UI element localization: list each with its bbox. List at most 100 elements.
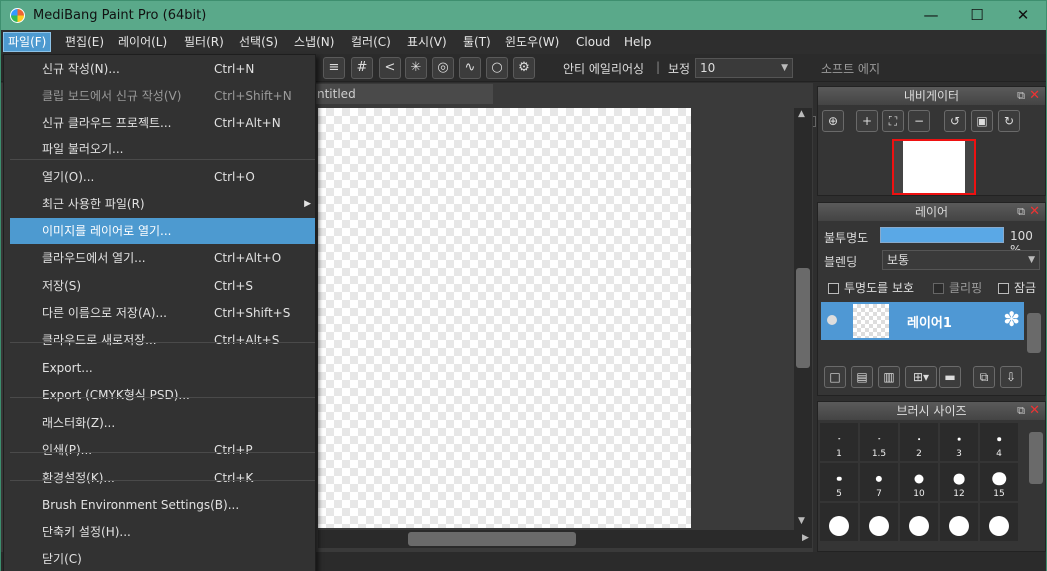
reset-view-icon[interactable]: ▣	[971, 110, 993, 132]
new-8bit-layer-icon[interactable]: ▥	[878, 366, 900, 388]
menu-help[interactable]: Help	[620, 33, 655, 51]
file-menu-item[interactable]: 클라우드에서 열기... Ctrl+Alt+O	[10, 245, 315, 271]
radial-snap-icon[interactable]: ✳	[405, 57, 427, 79]
brush-size-preset[interactable]: 15	[980, 463, 1018, 501]
menu-window[interactable]: 윈도우(W)	[501, 33, 563, 51]
popout-icon[interactable]: ⧉	[1017, 402, 1025, 420]
drawing-canvas[interactable]	[318, 108, 691, 528]
file-menu-item[interactable]: Export (CMYK형식 PSD)...	[10, 382, 315, 408]
vertical-scroll-thumb[interactable]	[796, 268, 810, 368]
zoom-in-icon[interactable]: ⊕	[822, 110, 844, 132]
rotate-left-icon[interactable]: ↺	[944, 110, 966, 132]
file-menu-item[interactable]: 단축키 설정(H)...	[10, 519, 315, 545]
brush-size-preset[interactable]: 2	[900, 423, 938, 461]
visibility-eye-icon[interactable]	[827, 315, 837, 325]
layer-row[interactable]: 레이어1 ✽	[821, 302, 1024, 340]
clipping-label: 클리핑	[949, 281, 983, 295]
minimize-button[interactable]: —	[908, 1, 954, 30]
menu-select[interactable]: 선택(S)	[235, 33, 282, 51]
brush-size-preset[interactable]	[900, 503, 938, 541]
horizontal-scroll-thumb[interactable]	[408, 532, 576, 546]
file-menu-item[interactable]: Brush Environment Settings(B)...	[10, 492, 315, 518]
rotate-right-icon[interactable]: ↻	[998, 110, 1020, 132]
close-panel-icon[interactable]: ✕	[1029, 402, 1040, 420]
duplicate-layer-icon[interactable]: ⧉	[973, 366, 995, 388]
file-menu-item[interactable]: 최근 사용한 파일(R) ▶	[10, 191, 315, 217]
parallel-lines-snap-icon[interactable]: ≡	[323, 57, 345, 79]
layer-settings-gear-icon[interactable]: ✽	[1003, 307, 1020, 331]
new-halftone-layer-icon[interactable]: ▤	[851, 366, 873, 388]
menu-layer[interactable]: 레이어(L)	[114, 33, 171, 51]
file-menu-item[interactable]: 저장(S) Ctrl+S	[10, 273, 315, 299]
menu-snap[interactable]: 스냅(N)	[290, 33, 338, 51]
document-tab[interactable]: ntitled	[315, 84, 493, 104]
brush-size-preset[interactable]: 7	[860, 463, 898, 501]
brush-size-preset[interactable]: 4	[980, 423, 1018, 461]
close-button[interactable]: ✕	[1000, 1, 1046, 30]
merge-layer-icon[interactable]: ⇩	[1000, 366, 1022, 388]
correction-select[interactable]: 10 ▼	[695, 58, 793, 78]
file-menu-item[interactable]: 인쇄(P)... Ctrl+P	[10, 437, 315, 463]
file-menu-item[interactable]: 다른 이름으로 저장(A)... Ctrl+Shift+S	[10, 300, 315, 326]
ellipse-snap-icon[interactable]: ○	[486, 57, 508, 79]
file-menu-item[interactable]: Export...	[10, 355, 315, 381]
popout-icon[interactable]: ⧉	[1017, 87, 1025, 105]
concentric-snap-icon[interactable]: ◎	[432, 57, 454, 79]
close-panel-icon[interactable]: ✕	[1029, 203, 1040, 221]
vertical-scrollbar[interactable]: ▲ ▼	[794, 108, 812, 530]
file-menu-item[interactable]: 환경설정(K)... Ctrl+K	[10, 465, 315, 491]
new-folder-icon[interactable]: ▬	[939, 366, 961, 388]
file-menu-item[interactable]: 닫기(C)	[10, 546, 315, 571]
protect-alpha-checkbox[interactable]	[828, 283, 839, 294]
grid-snap-icon[interactable]: #	[351, 57, 373, 79]
add-layer-menu-icon[interactable]: ⊞▾	[905, 366, 937, 388]
vanishing-point-snap-icon[interactable]: <	[379, 57, 401, 79]
menu-color[interactable]: 컬러(C)	[347, 33, 395, 51]
file-menu-item[interactable]: 래스터화(Z)...	[10, 410, 315, 436]
fit-window-icon[interactable]: ⛶	[882, 110, 904, 132]
menu-tool[interactable]: 툴(T)	[459, 33, 495, 51]
brush-size-preset[interactable]	[980, 503, 1018, 541]
zoom-out-icon[interactable]: −	[908, 110, 930, 132]
menu-view[interactable]: 표시(V)	[403, 33, 451, 51]
popout-icon[interactable]: ⧉	[1017, 203, 1025, 221]
menu-file[interactable]: 파일(F)	[2, 32, 52, 52]
app-window: MediBang Paint Pro (64bit) — ☐ ✕ 파일(F) 편…	[0, 0, 1047, 571]
menu-edit[interactable]: 편집(E)	[61, 33, 108, 51]
brush-size-preset[interactable]: 12	[940, 463, 978, 501]
file-menu-item[interactable]: 신규 클라우드 프로젝트... Ctrl+Alt+N	[10, 110, 315, 136]
layer-list-scroll-thumb[interactable]	[1027, 313, 1041, 353]
brush-size-preset[interactable]: 10	[900, 463, 938, 501]
scroll-up-icon[interactable]: ▲	[798, 109, 805, 119]
close-panel-icon[interactable]: ✕	[1029, 87, 1040, 105]
file-menu-item[interactable]: 이미지를 레이어로 열기...	[10, 218, 315, 244]
brush-size-preset[interactable]	[820, 503, 858, 541]
brush-size-scroll-thumb[interactable]	[1029, 432, 1043, 484]
maximize-button[interactable]: ☐	[954, 1, 1000, 30]
scroll-right-icon[interactable]: ▶	[802, 533, 809, 543]
menu-cloud[interactable]: Cloud	[572, 33, 614, 51]
brush-size-label: 2	[916, 449, 922, 459]
scroll-down-icon[interactable]: ▼	[798, 516, 805, 526]
brush-size-preset[interactable]: 3	[940, 423, 978, 461]
lock-checkbox[interactable]	[998, 283, 1009, 294]
horizontal-scrollbar[interactable]: ▶	[318, 530, 812, 548]
file-menu-item[interactable]: 신규 작성(N)... Ctrl+N	[10, 56, 315, 82]
brush-size-preset[interactable]: 5	[820, 463, 858, 501]
clipping-checkbox[interactable]	[933, 283, 944, 294]
zoom-in-magnifier-icon[interactable]: +	[856, 110, 878, 132]
file-menu-item[interactable]: 열기(O)... Ctrl+O	[10, 164, 315, 190]
file-menu-item[interactable]: 클라우드로 새로저장... Ctrl+Alt+S	[10, 327, 315, 353]
menu-filter[interactable]: 필터(R)	[180, 33, 228, 51]
file-menu-item[interactable]: 클립 보드에서 신규 작성(V) Ctrl+Shift+N	[10, 83, 315, 109]
blend-mode-select[interactable]: 보통 ▼	[882, 250, 1040, 270]
brush-size-preset[interactable]	[940, 503, 978, 541]
opacity-slider[interactable]	[880, 227, 1004, 243]
brush-size-preset[interactable]	[860, 503, 898, 541]
snap-settings-gear-icon[interactable]: ⚙	[513, 57, 535, 79]
new-layer-icon[interactable]: □	[824, 366, 846, 388]
brush-size-preset[interactable]: 1.5	[860, 423, 898, 461]
curve-snap-icon[interactable]: ∿	[459, 57, 481, 79]
navigator-preview[interactable]	[892, 139, 976, 195]
brush-size-preset[interactable]: 1	[820, 423, 858, 461]
